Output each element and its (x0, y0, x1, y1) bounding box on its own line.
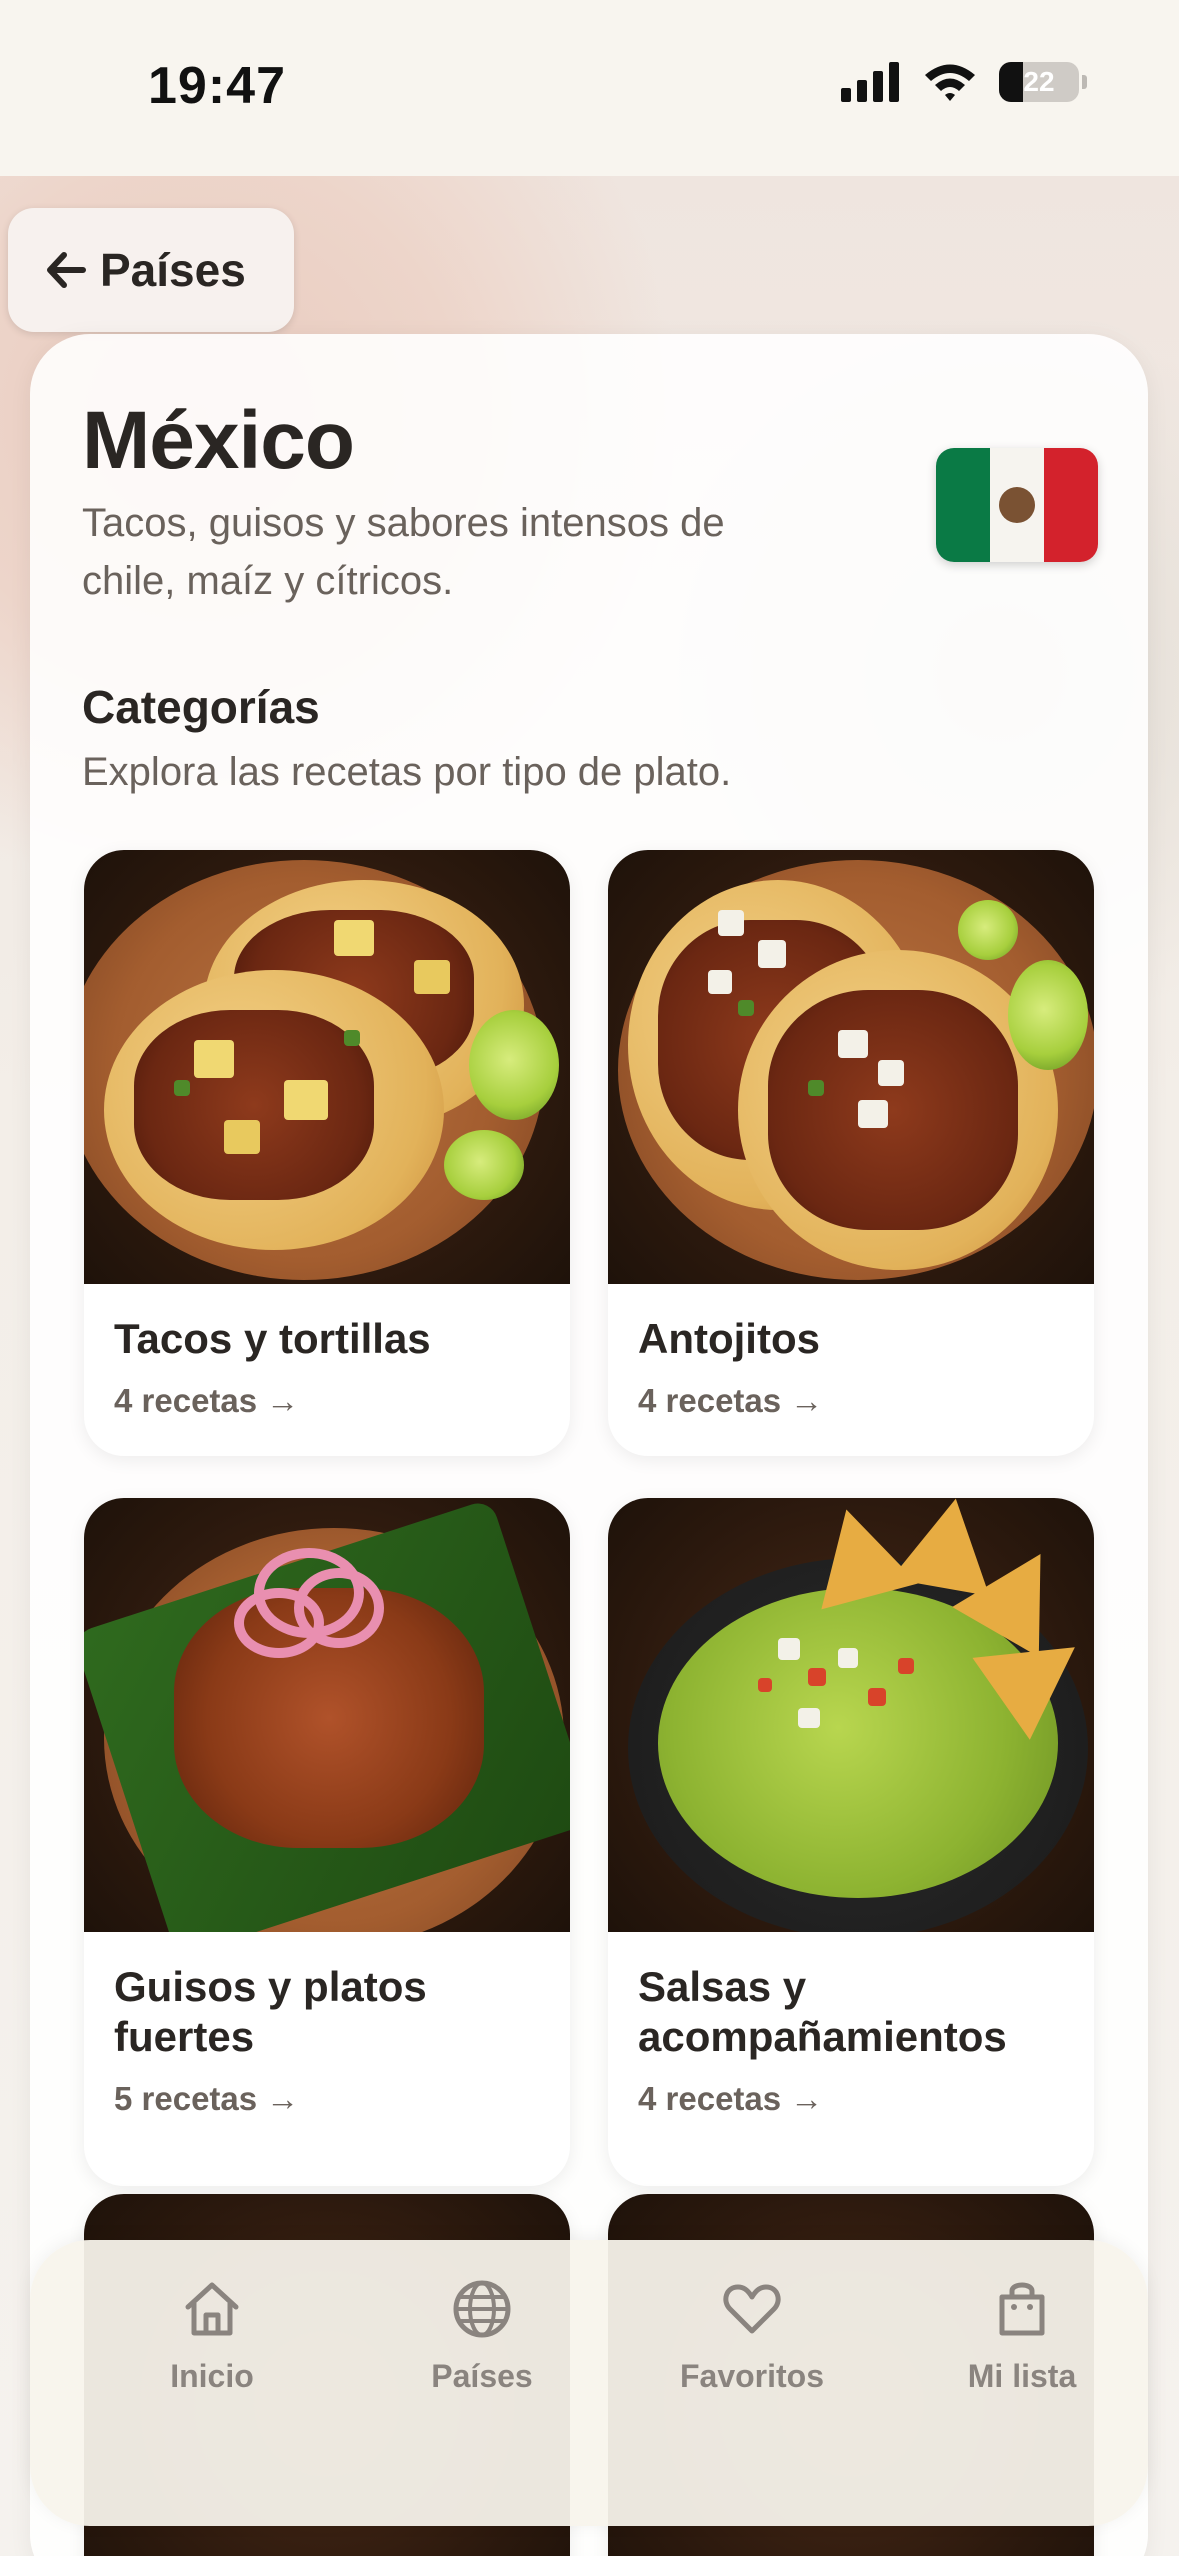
heart-icon (723, 2284, 781, 2334)
category-count: 4 recetas → (638, 1382, 824, 1419)
category-card-antojitos[interactable]: Antojitos 4 recetas → (608, 850, 1094, 1456)
nav-item-inicio[interactable]: Inicio (82, 2274, 342, 2395)
cellular-signal-icon (841, 62, 899, 102)
category-image-antojitos (608, 850, 1094, 1284)
nav-label: Países (431, 2358, 533, 2394)
nav-item-paises[interactable]: Países (352, 2274, 612, 2395)
category-image-tacos (84, 850, 570, 1284)
back-button[interactable]: Países (8, 208, 294, 332)
category-count: 4 recetas → (638, 2080, 824, 2117)
category-count: 4 recetas → (114, 1382, 300, 1419)
status-bar: 19:47 22 (0, 0, 1179, 176)
category-card-salsas[interactable]: Salsas y acompañamientos 4 recetas → (608, 1498, 1094, 2186)
page-subtitle: Tacos, guisos y sabores intensos de chil… (82, 501, 725, 603)
category-image-guisos (84, 1498, 570, 1932)
wifi-icon (925, 64, 975, 101)
nav-label: Inicio (170, 2358, 254, 2394)
category-card-tacos[interactable]: Tacos y tortillas 4 recetas → (84, 850, 570, 1456)
battery-icon: 22 (999, 62, 1087, 102)
shopping-bag-icon (999, 2282, 1045, 2336)
category-image-salsas (608, 1498, 1094, 1932)
status-icons: 22 (841, 62, 1087, 102)
nav-label: Mi lista (967, 2358, 1077, 2394)
category-title: Guisos y platos fuertes (114, 1963, 427, 2060)
page-title: México (82, 395, 355, 486)
home-icon (185, 2282, 239, 2336)
nav-label: Favoritos (679, 2358, 825, 2394)
nav-item-favoritos[interactable]: Favoritos (622, 2274, 882, 2395)
categories-heading: Categorías (82, 681, 320, 733)
category-title: Tacos y tortillas (114, 1315, 431, 1362)
category-count: 5 recetas → (114, 2080, 300, 2117)
globe-icon (453, 2280, 511, 2338)
category-card-guisos[interactable]: Guisos y platos fuertes 5 recetas → (84, 1498, 570, 2186)
country-card: México Tacos, guisos y sabores intensos … (30, 334, 1148, 2556)
battery-level: 22 (1023, 66, 1055, 97)
bottom-navigation: Inicio Países Favoritos Mi lista (30, 2240, 1148, 2526)
categories-subheading: Explora las recetas por tipo de plato. (82, 750, 732, 794)
arrow-left-icon (47, 252, 86, 288)
status-time: 19:47 (148, 57, 286, 115)
category-title: Salsas y acompañamientos (638, 1963, 1007, 2060)
nav-item-mi-lista[interactable]: Mi lista (892, 2274, 1152, 2395)
category-title: Antojitos (638, 1315, 820, 1362)
mexico-flag-icon (936, 448, 1098, 562)
back-button-label: Países (100, 244, 246, 296)
